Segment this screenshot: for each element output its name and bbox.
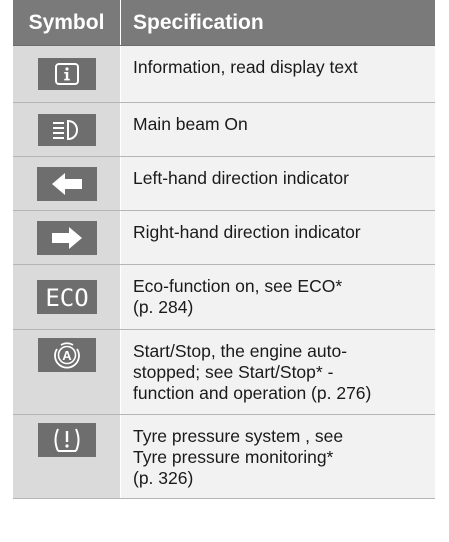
spec-line: stopped; see Start/Stop* -	[133, 362, 334, 382]
table-row: A Start/Stop, the engine auto- stopped; …	[13, 330, 435, 415]
spec-cell: Main beam On	[120, 103, 435, 156]
table-row: Tyre pressure system , see Tyre pressure…	[13, 415, 435, 499]
symbol-cell	[13, 415, 120, 498]
main-beam-icon	[37, 113, 96, 146]
symbol-cell: ECO	[13, 265, 120, 329]
spec-cell: Eco-function on, see ECO* (p. 284)	[120, 265, 435, 329]
table-row: ECO Eco-function on, see ECO* (p. 284)	[13, 265, 435, 330]
spec-line: Tyre pressure system , see	[133, 426, 344, 446]
spec-cell: Right-hand direction indicator	[120, 211, 435, 264]
table-row: Information, read display text	[13, 46, 435, 103]
left-arrow-icon	[36, 166, 97, 201]
eco-icon: ECO	[36, 280, 97, 314]
information-icon	[37, 58, 96, 90]
spec-line: Eco-function on, see ECO*	[133, 276, 343, 296]
symbol-cell	[13, 211, 120, 264]
table-header: Symbol Specification	[13, 0, 435, 46]
svg-text:A: A	[62, 348, 72, 363]
table-row: Main beam On	[13, 103, 435, 157]
svg-text:ECO: ECO	[45, 284, 88, 312]
header-specification: Specification	[120, 0, 435, 45]
table-row: Right-hand direction indicator	[13, 211, 435, 265]
spec-cell: Left-hand direction indicator	[120, 157, 435, 210]
start-stop-icon: A	[37, 338, 96, 372]
symbol-cell	[13, 46, 120, 102]
spec-line: Start/Stop, the engine auto-	[133, 341, 348, 361]
spec-line: function and operation (p. 276)	[133, 383, 372, 403]
symbol-cell	[13, 103, 120, 156]
spec-line: (p. 284)	[133, 297, 194, 317]
tyre-pressure-icon	[37, 423, 96, 457]
spec-line: Tyre pressure monitoring*	[133, 447, 334, 467]
spec-line: (p. 326)	[133, 468, 194, 488]
spec-cell: Tyre pressure system , see Tyre pressure…	[120, 415, 435, 498]
spec-cell: Start/Stop, the engine auto- stopped; se…	[120, 330, 435, 414]
spec-cell: Information, read display text	[120, 46, 435, 102]
symbol-table: Symbol Specification Information, read d…	[13, 0, 435, 499]
symbol-cell: A	[13, 330, 120, 414]
table-row: Left-hand direction indicator	[13, 157, 435, 211]
right-arrow-icon	[36, 220, 97, 255]
header-symbol: Symbol	[13, 0, 120, 45]
symbol-cell	[13, 157, 120, 210]
